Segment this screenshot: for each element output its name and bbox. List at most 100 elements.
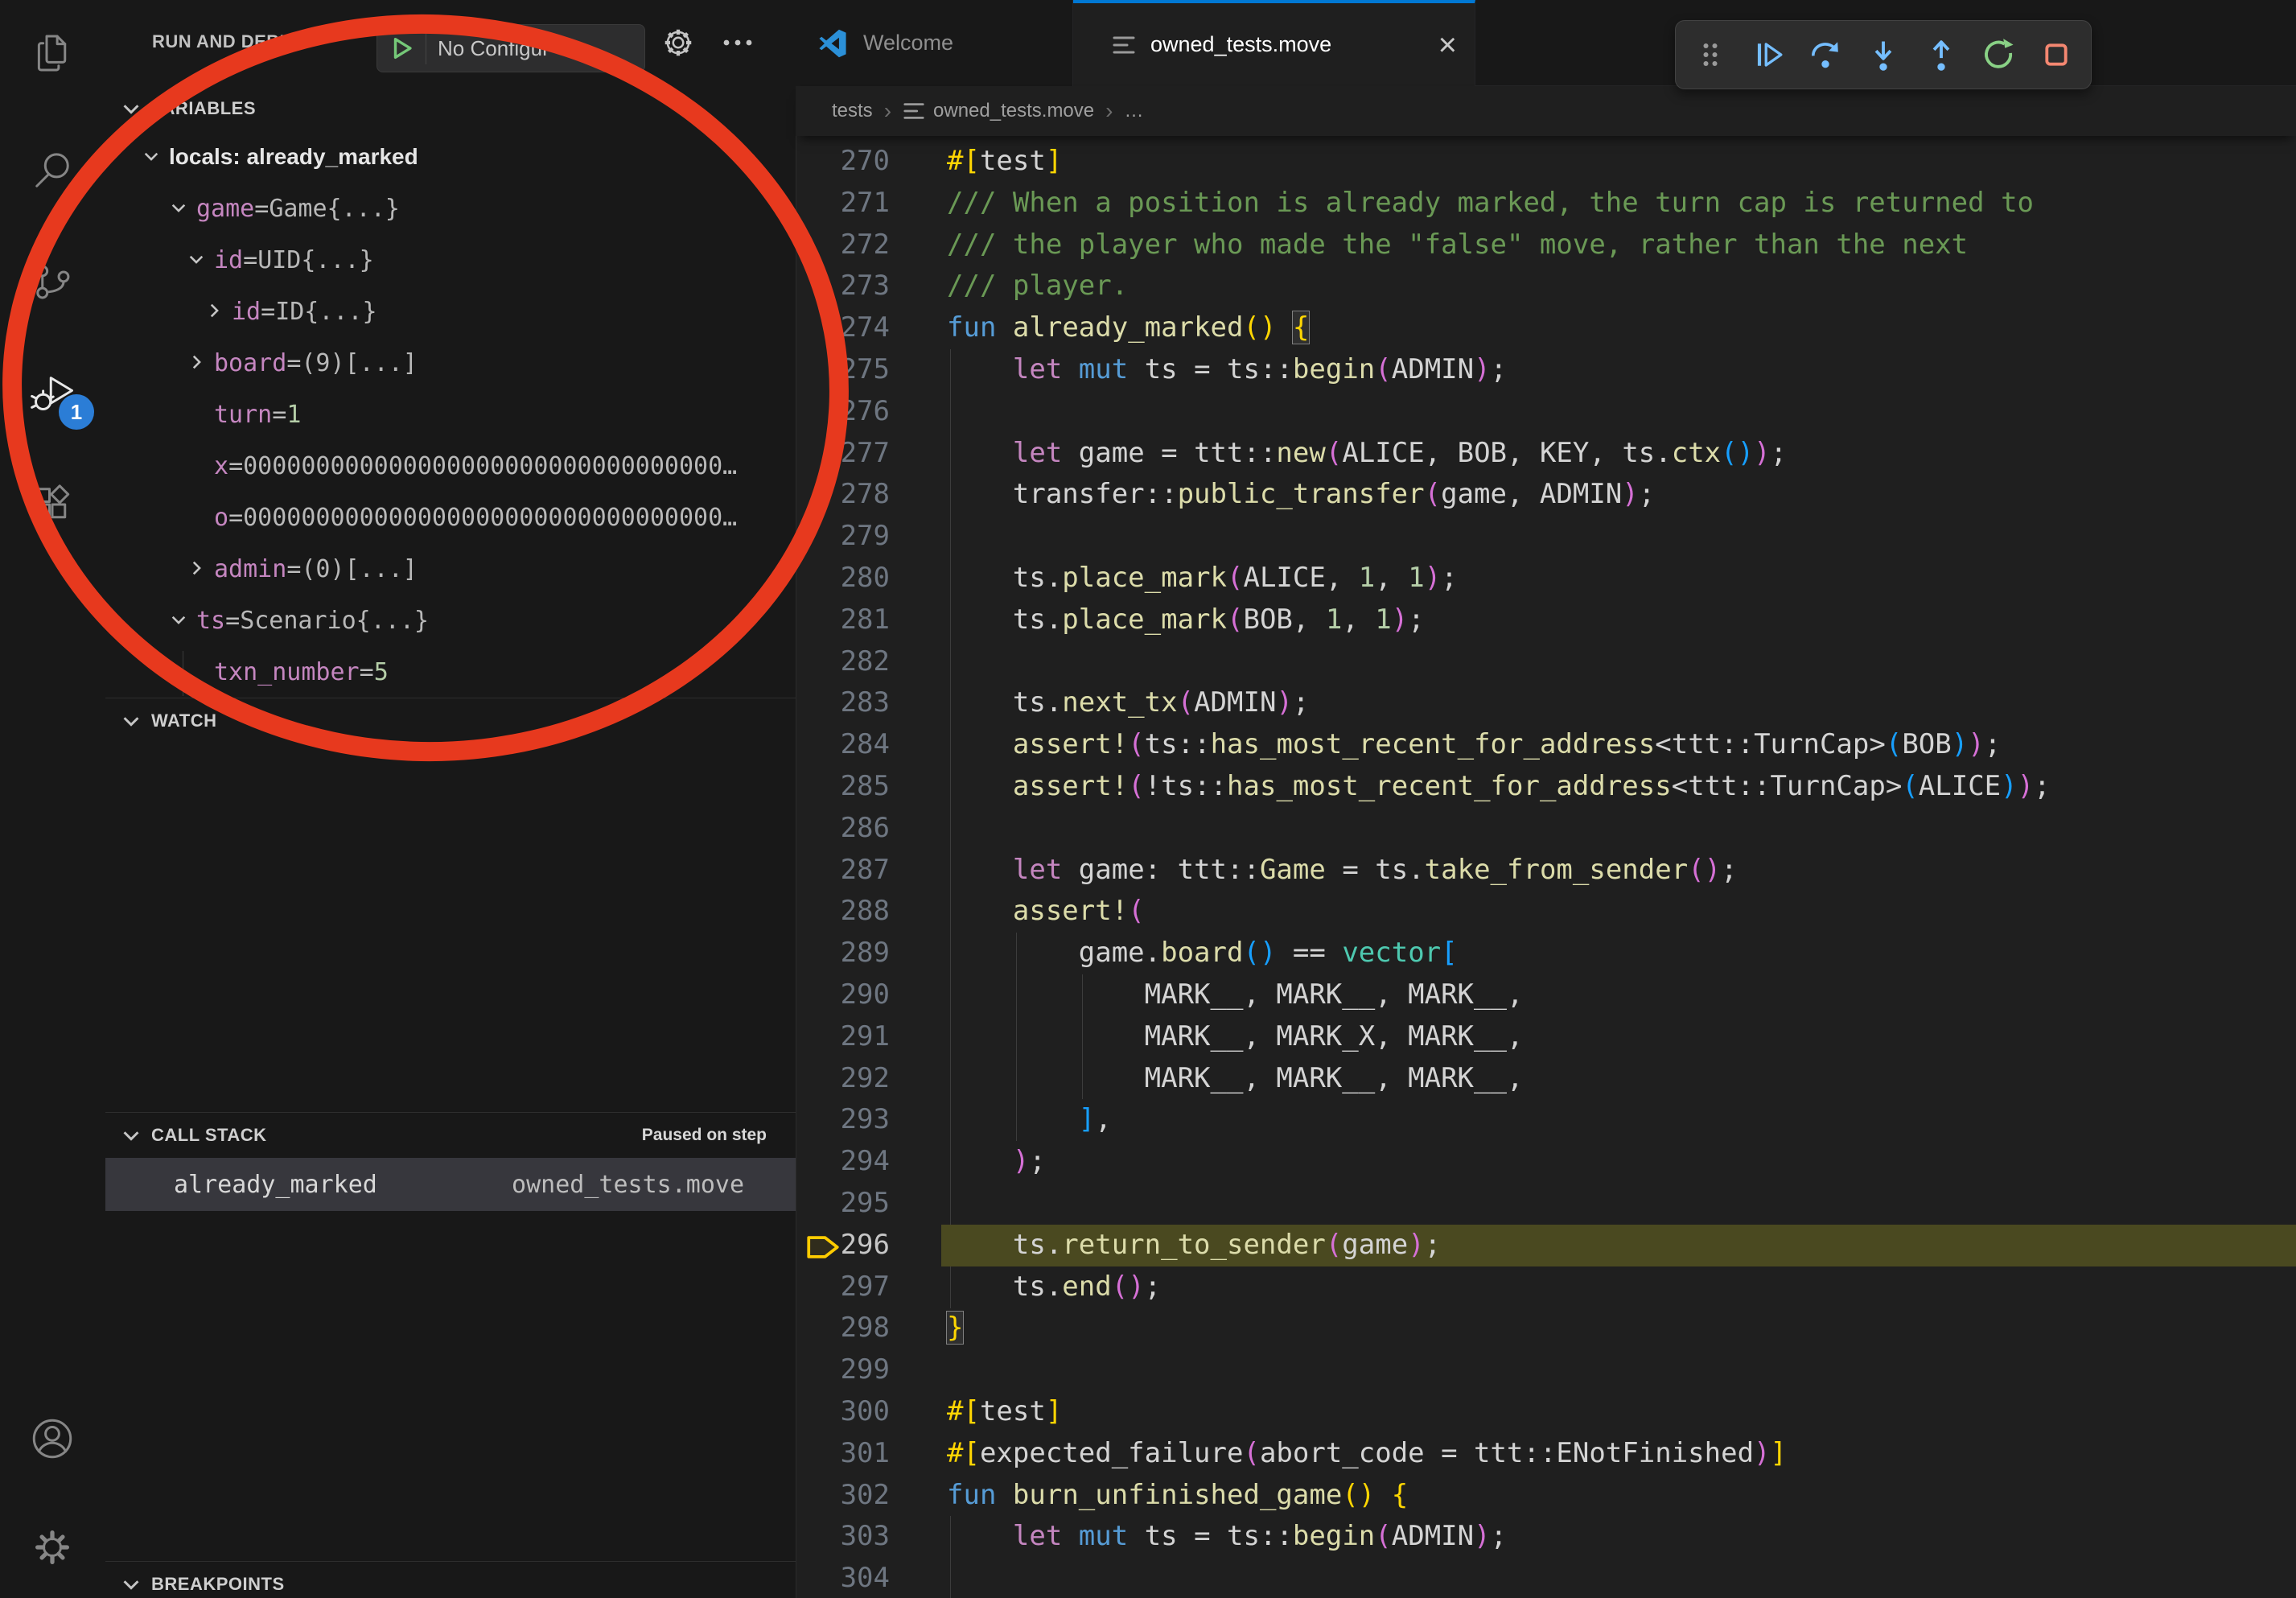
continue-button[interactable] [1750, 36, 1787, 73]
line-content[interactable]: MARK__, MARK__, MARK__, [941, 1058, 1523, 1100]
variable-row-txn_number[interactable]: txn_number = 5 [105, 646, 796, 698]
line-number[interactable]: 275 [796, 349, 941, 391]
line-number[interactable]: 297 [796, 1266, 941, 1308]
code-line-298[interactable]: 298} [796, 1308, 2296, 1349]
line-number[interactable]: 291 [796, 1016, 941, 1058]
line-number[interactable]: 287 [796, 850, 941, 892]
line-number[interactable]: 271 [796, 183, 941, 224]
code-line-293[interactable]: 293 ], [796, 1099, 2296, 1141]
explorer-icon[interactable] [30, 31, 75, 76]
line-number[interactable]: 282 [796, 641, 941, 683]
line-content[interactable]: transfer::public_transfer(game, ADMIN); [941, 474, 1655, 516]
line-number[interactable]: 274 [796, 307, 941, 349]
line-number[interactable]: 294 [796, 1141, 941, 1183]
code-line-292[interactable]: 292 MARK__, MARK__, MARK__, [796, 1058, 2296, 1100]
drag-handle-icon[interactable] [1692, 36, 1729, 73]
code-line-303[interactable]: 303 let mut ts = ts::begin(ADMIN); [796, 1516, 2296, 1558]
code-editor[interactable]: 270#[test]271/// When a position is alre… [796, 136, 2296, 1598]
code-line-284[interactable]: 284 assert!(ts::has_most_recent_for_addr… [796, 724, 2296, 766]
line-content[interactable]: MARK__, MARK__, MARK__, [941, 974, 1523, 1016]
start-debug-icon[interactable] [389, 35, 416, 62]
line-number[interactable]: 289 [796, 933, 941, 974]
chevron-down-icon[interactable] [186, 248, 214, 272]
variable-row-id[interactable]: id = ID{...} [105, 286, 796, 337]
code-line-304[interactable]: 304 [796, 1558, 2296, 1598]
line-number[interactable]: 279 [796, 516, 941, 558]
code-line-276[interactable]: 276 [796, 391, 2296, 433]
code-line-286[interactable]: 286 [796, 808, 2296, 850]
gear-icon[interactable] [662, 27, 694, 59]
line-content[interactable]: assert!(ts::has_most_recent_for_address<… [941, 724, 2001, 766]
line-number[interactable]: 302 [796, 1475, 941, 1517]
line-number[interactable]: 298 [796, 1308, 941, 1349]
breadcrumb-folder[interactable]: tests [832, 100, 873, 122]
line-number[interactable]: 304 [796, 1558, 941, 1598]
variable-row-id[interactable]: id = UID{...} [105, 234, 796, 286]
breadcrumb-file[interactable]: owned_tests.move [933, 100, 1094, 122]
line-content[interactable]: ts.place_mark(BOB, 1, 1); [941, 599, 1425, 641]
chevron-down-icon[interactable] [141, 145, 169, 169]
more-actions-icon[interactable] [720, 32, 755, 53]
code-line-283[interactable]: 283 ts.next_tx(ADMIN); [796, 682, 2296, 724]
code-line-277[interactable]: 277 let game = ttt::new(ALICE, BOB, KEY,… [796, 433, 2296, 475]
line-content[interactable]: /// When a position is already marked, t… [941, 183, 2034, 224]
line-content[interactable]: fun already_marked() { [941, 307, 1309, 349]
call-stack-header[interactable]: CALL STACK Paused on step [105, 1113, 796, 1158]
line-number[interactable]: 272 [796, 224, 941, 266]
line-content[interactable]: /// the player who made the "false" move… [941, 224, 1968, 266]
variable-row-o[interactable]: o = 000000000000000000000000000000000… [105, 492, 796, 543]
step-into-button[interactable] [1865, 36, 1902, 73]
call-stack-frame[interactable]: already_markedowned_tests.move [105, 1158, 796, 1211]
search-icon[interactable] [30, 148, 75, 193]
variable-row-turn[interactable]: turn = 1 [105, 389, 796, 440]
step-out-button[interactable] [1923, 36, 1960, 73]
debug-config-dropdown[interactable]: No Configur [376, 24, 645, 72]
line-content[interactable]: ); [941, 1141, 1046, 1183]
variable-row-board[interactable]: board = (9)[...] [105, 337, 796, 389]
line-content[interactable]: ts.end(); [941, 1266, 1161, 1308]
line-number[interactable]: 303 [796, 1516, 941, 1558]
code-line-287[interactable]: 287 let game: ttt::Game = ts.take_from_s… [796, 850, 2296, 892]
line-number[interactable]: 290 [796, 974, 941, 1016]
close-icon[interactable]: × [1438, 29, 1457, 61]
code-line-301[interactable]: 301#[expected_failure(abort_code = ttt::… [796, 1433, 2296, 1475]
source-control-icon[interactable] [30, 259, 75, 304]
line-content[interactable] [941, 391, 947, 433]
variables-header[interactable]: VARIABLES [105, 86, 796, 131]
line-content[interactable]: assert!(!ts::has_most_recent_for_address… [941, 766, 2051, 808]
line-number[interactable]: 284 [796, 724, 941, 766]
line-content[interactable] [941, 808, 947, 850]
line-content[interactable]: ts.place_mark(ALICE, 1, 1); [941, 558, 1458, 599]
stop-button[interactable] [2038, 36, 2075, 73]
line-number[interactable]: 273 [796, 266, 941, 307]
code-line-280[interactable]: 280 ts.place_mark(ALICE, 1, 1); [796, 558, 2296, 599]
tab-owned-tests-move[interactable]: owned_tests.move × [1073, 0, 1475, 86]
line-content[interactable] [941, 1349, 947, 1391]
line-number[interactable]: 286 [796, 808, 941, 850]
code-line-300[interactable]: 300#[test] [796, 1391, 2296, 1433]
line-number[interactable]: 288 [796, 891, 941, 933]
line-content[interactable] [941, 1183, 947, 1225]
variable-row-game[interactable]: game = Game{...} [105, 183, 796, 234]
chevron-right-icon[interactable] [186, 557, 214, 581]
chevron-down-icon[interactable] [168, 608, 196, 632]
code-line-274[interactable]: 274fun already_marked() { [796, 307, 2296, 349]
code-line-288[interactable]: 288 assert!( [796, 891, 2296, 933]
chevron-right-icon[interactable] [186, 351, 214, 375]
code-line-281[interactable]: 281 ts.place_mark(BOB, 1, 1); [796, 599, 2296, 641]
code-line-302[interactable]: 302fun burn_unfinished_game() { [796, 1475, 2296, 1517]
accounts-icon[interactable] [30, 1416, 75, 1461]
variable-row-admin[interactable]: admin = (0)[...] [105, 543, 796, 595]
line-content[interactable]: fun burn_unfinished_game() { [941, 1475, 1408, 1517]
code-line-279[interactable]: 279 [796, 516, 2296, 558]
line-number[interactable]: 299 [796, 1349, 941, 1391]
code-line-270[interactable]: 270#[test] [796, 141, 2296, 183]
variable-row-x[interactable]: x = 000000000000000000000000000000000… [105, 440, 796, 492]
chevron-down-icon[interactable] [168, 196, 196, 220]
variable-row-ts[interactable]: ts = Scenario{...} [105, 595, 796, 646]
extensions-icon[interactable] [30, 482, 75, 527]
code-line-291[interactable]: 291 MARK__, MARK_X, MARK__, [796, 1016, 2296, 1058]
line-number[interactable]: 283 [796, 682, 941, 724]
watch-header[interactable]: WATCH [105, 698, 796, 743]
line-content[interactable]: #[expected_failure(abort_code = ttt::ENo… [941, 1433, 1787, 1475]
